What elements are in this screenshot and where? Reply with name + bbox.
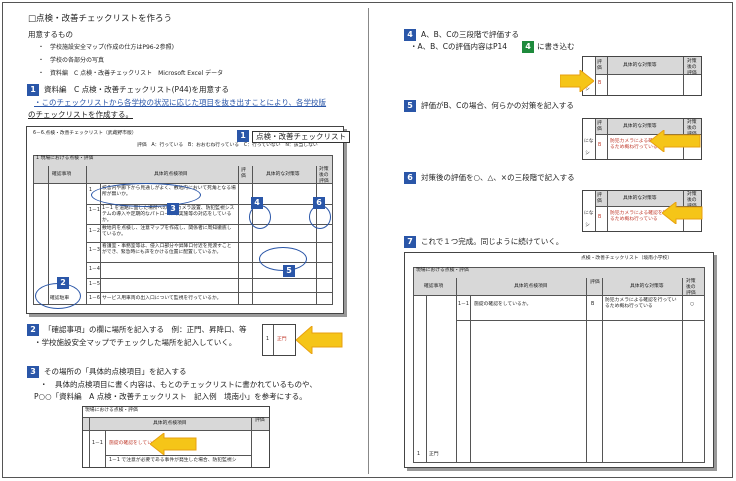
col-item: 具体的点検項目 bbox=[154, 172, 188, 177]
callout-6: 6 bbox=[313, 197, 325, 209]
step-badge-7: 7 bbox=[404, 236, 416, 248]
prep-item: ・ 学校施設安全マップ(作成の仕方はP96-2参照) bbox=[38, 44, 174, 51]
step1-text: 資料編 C 点検・改善チェックリスト(P44)を用意する bbox=[44, 85, 230, 94]
row-text: 敷地内を点検し、注意マップを作成し、関係者に周知徹底しているか。 bbox=[102, 226, 232, 237]
sheet-legend: 評価 A：行っている B：おおむね行っている C：行っていない N：該当しない bbox=[137, 143, 318, 148]
row-no: 1－6 bbox=[89, 296, 100, 301]
step4-note-post: に書き込む bbox=[537, 42, 575, 51]
step4-sample: 評価 具体的な対策等 対策後の評価 B シ bbox=[582, 56, 702, 96]
step4-text: A、B、Cの三段階で評価する bbox=[421, 30, 520, 39]
step-badge-4: 4 bbox=[404, 29, 416, 41]
sheet-title: 6－6.点検・改善チェックリスト（武蔵野市版） bbox=[33, 131, 137, 136]
step-badge-5: 5 bbox=[404, 100, 416, 112]
step4-note: ・A、B、Cの評価内容はP14 bbox=[410, 42, 508, 51]
final-section: 現場における点検・評価 bbox=[414, 268, 704, 278]
step-badge-1: 1 bbox=[27, 84, 39, 96]
prep-item: ・ 資料編 C 点検・改善チェックリスト Microsoft Excel データ bbox=[38, 70, 224, 77]
callout-3: 3 bbox=[167, 203, 179, 215]
row-text: 看護室・事務室等は、侵入口部分や昇降口付近を見渡すことができ、緊急時にも声をかけ… bbox=[102, 244, 232, 255]
sheet-section: 1 現場における点検・評価 bbox=[34, 156, 332, 166]
row-no: 1－4 bbox=[89, 267, 100, 272]
step1-note-2: のチェックリストを作成する。 bbox=[28, 110, 133, 119]
step-badge-6: 6 bbox=[404, 172, 416, 184]
callout-4: 4 bbox=[251, 197, 263, 209]
step6-text: 対策後の評価を○、△、×の三段階で記入する bbox=[421, 173, 575, 182]
step1-note: ・このチェックリストから各学校の状況に応じた項目を抜き出すことにより、各学校版 bbox=[34, 98, 327, 107]
arrow-left-icon bbox=[662, 202, 703, 224]
arrow-left-icon bbox=[650, 130, 701, 152]
prep-heading: 用意するもの bbox=[28, 30, 73, 39]
row-no: 1－5 bbox=[89, 282, 100, 287]
step3-note-2: P○○「資料編 A 点検・改善チェックリスト 記入例 境南小」を参考にする。 bbox=[34, 392, 307, 401]
checklist-sheet-preview: 6－6.点検・改善チェックリスト（武蔵野市版） 評価 A：行っている B：おおむ… bbox=[26, 126, 350, 314]
row-no: 1－2 bbox=[89, 229, 100, 234]
page-title: □点検・改善チェックリストを作ろう bbox=[28, 14, 173, 24]
step2-note: ・学校施設安全マップでチェックした場所を記入していく。 bbox=[34, 338, 237, 347]
arrow-left-icon bbox=[150, 433, 197, 455]
col-measure: 具体的な対策等 bbox=[266, 172, 300, 177]
final-checklist: 点検・改善チェックリスト（境南小学校） 現場における点検・評価 確認事項 具体的… bbox=[404, 252, 714, 468]
overlay-label: 点検・改善チェックリスト bbox=[252, 131, 350, 143]
col-eval: 評価 bbox=[241, 168, 246, 179]
step4-note-badge: 4 bbox=[522, 41, 534, 53]
final-header: 点検・改善チェックリスト（境南小学校） bbox=[581, 256, 673, 261]
overlay-badge: 1 bbox=[237, 130, 249, 142]
row-text: サービス用車両の出入口について監視を行っているか。 bbox=[102, 296, 222, 301]
sheet-table: 1 現場における点検・評価 確認事項 具体的点検項目 評価 具体的な対策等 対策… bbox=[33, 155, 333, 305]
step3-text: その場所の「具体的点検項目」を記入する bbox=[44, 367, 187, 376]
step3-note: ・ 具体的点検項目に書く内容は、もとのチェックリストに書かれているものや、 bbox=[40, 380, 317, 389]
row-no: 1－3 bbox=[89, 248, 100, 253]
step-badge-3: 3 bbox=[27, 366, 39, 378]
step2-sample: 1 正門 bbox=[262, 324, 296, 356]
callout-5: 5 bbox=[283, 265, 295, 277]
arrow-left-icon bbox=[296, 326, 343, 354]
arrow-right-icon bbox=[560, 70, 594, 92]
highlight-circle bbox=[91, 183, 201, 207]
step2-text: 「確認事項」の欄に場所を記入する 例：正門、昇降口、等 bbox=[44, 325, 247, 334]
callout-2: 2 bbox=[57, 277, 69, 289]
prep-item: ・ 学校の各部分の写真 bbox=[38, 57, 105, 64]
col-after: 対策後の評価 bbox=[319, 167, 329, 184]
step-badge-2: 2 bbox=[27, 324, 39, 336]
row-no: 1－1 bbox=[89, 208, 100, 213]
step7-text: これで１つ完成。同じように続けていく。 bbox=[421, 237, 564, 246]
col-location: 確認事項 bbox=[52, 172, 72, 177]
step5-text: 評価がB、Cの場合、何らかの対策を記入する bbox=[421, 101, 574, 110]
